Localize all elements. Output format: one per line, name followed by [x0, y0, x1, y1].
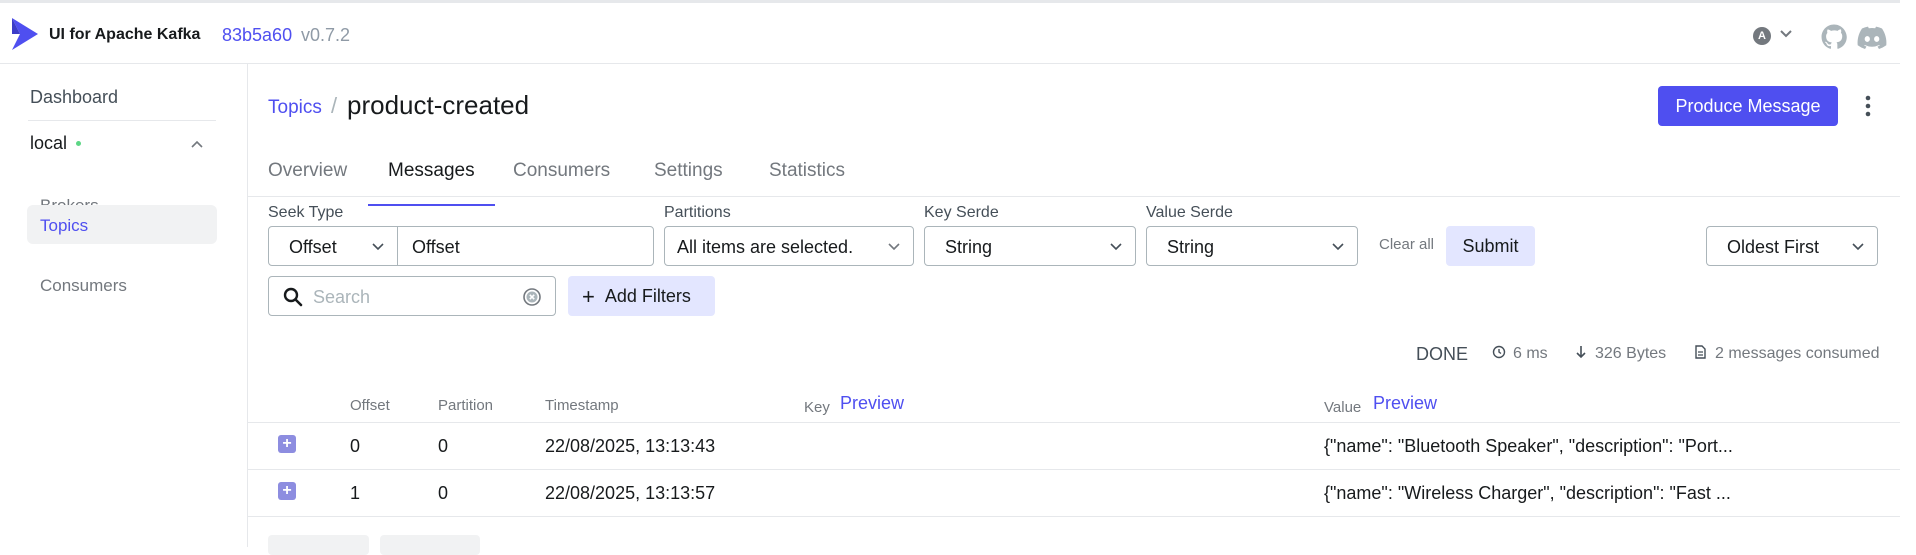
chevron-down-icon — [1110, 243, 1122, 251]
arrow-down-icon — [1576, 346, 1586, 359]
more-options-icon[interactable] — [1858, 94, 1878, 118]
row-timestamp: 22/08/2025, 13:13:57 — [545, 483, 716, 503]
partitions-value: All items are selected. — [677, 237, 854, 257]
table-row[interactable]: + 0 0 22/08/2025, 13:13:43 {"name": "Blu… — [248, 423, 1900, 470]
chevron-down-icon — [1780, 30, 1792, 38]
consume-status: DONE — [1416, 344, 1469, 364]
document-icon — [1695, 345, 1706, 359]
tab-messages[interactable]: Messages — [368, 160, 495, 206]
breadcrumb-topics-link[interactable]: Topics — [268, 97, 322, 119]
partitions-label: Partitions — [664, 204, 731, 221]
clear-search-icon[interactable] — [523, 288, 541, 306]
key-serde-label: Key Serde — [924, 204, 999, 221]
seek-type-label: Seek Type — [268, 204, 344, 221]
elapsed-time: 6 ms — [1513, 345, 1548, 362]
search-icon — [283, 287, 303, 307]
user-avatar: A — [1753, 27, 1771, 45]
table-row[interactable]: + 1 0 22/08/2025, 13:13:57 {"name": "Wir… — [248, 470, 1900, 517]
row-offset: 0 — [350, 436, 361, 456]
row-timestamp: 22/08/2025, 13:13:43 — [545, 436, 716, 456]
value-serde-select[interactable]: String — [1146, 226, 1358, 266]
sort-order-select[interactable]: Oldest First — [1706, 226, 1878, 266]
seek-type-value: Offset — [289, 237, 337, 257]
sidebar-item-consumers[interactable]: Consumers — [27, 265, 217, 304]
expand-row-icon[interactable]: + — [278, 435, 296, 453]
row-offset: 1 — [350, 483, 361, 503]
topic-tabs: Overview Messages Consumers Settings Sta… — [248, 150, 1900, 206]
chevron-down-icon — [888, 243, 900, 251]
github-icon[interactable] — [1821, 24, 1847, 50]
tab-settings[interactable]: Settings — [654, 160, 723, 194]
messages-consumed: 2 messages consumed — [1715, 345, 1880, 362]
chevron-down-icon — [1332, 243, 1344, 251]
sidebar-divider — [28, 120, 216, 121]
sidebar-item-dashboard[interactable]: Dashboard — [30, 87, 118, 108]
clock-icon — [1492, 345, 1506, 359]
tab-statistics[interactable]: Statistics — [769, 160, 845, 194]
search-input[interactable] — [313, 286, 513, 308]
discord-icon[interactable] — [1857, 25, 1887, 49]
pagination-back-button[interactable] — [268, 535, 369, 555]
header-timestamp: Timestamp — [545, 397, 619, 414]
user-menu[interactable]: A — [1753, 25, 1797, 47]
bytes-consumed: 326 Bytes — [1595, 345, 1667, 362]
offset-input[interactable]: Offset — [397, 226, 654, 266]
value-serde-label: Value Serde — [1146, 204, 1233, 221]
sort-order-value: Oldest First — [1727, 237, 1820, 257]
add-filters-label: Add Filters — [604, 286, 691, 306]
row-partition: 0 — [438, 483, 449, 503]
key-preview-button[interactable]: Preview — [840, 393, 904, 414]
sidebar-item-topics[interactable]: Topics — [27, 205, 217, 244]
search-box — [268, 276, 556, 316]
header-value: Value — [1324, 399, 1362, 416]
sidebar: Dashboard local Brokers Topics Consumers — [0, 64, 248, 547]
header-key: Key — [804, 399, 830, 416]
kafka-ui-logo-icon[interactable] — [8, 16, 40, 52]
page-title: product-created — [347, 90, 530, 120]
offset-input-value: Offset — [412, 237, 460, 257]
value-serde-value: String — [1167, 237, 1215, 257]
tab-overview[interactable]: Overview — [268, 160, 347, 194]
seek-type-select[interactable]: Offset — [268, 226, 398, 266]
cluster-status-dot — [76, 141, 81, 146]
sidebar-cluster-name[interactable]: local — [30, 133, 67, 154]
plus-icon: + — [582, 284, 595, 309]
version-label: v0.7.2 — [301, 25, 351, 45]
expand-row-icon[interactable]: + — [278, 482, 296, 500]
version-hash-link[interactable]: 83b5a60 — [222, 25, 292, 46]
header-offset: Offset — [350, 397, 390, 414]
chevron-up-icon[interactable] — [190, 137, 204, 151]
key-serde-value: String — [945, 237, 993, 257]
produce-message-button[interactable]: Produce Message — [1658, 86, 1838, 126]
tab-consumers[interactable]: Consumers — [513, 160, 610, 194]
top-bar: UI for Apache Kafka 83b5a60 v0.7.2 A — [0, 0, 1900, 64]
header-partition: Partition — [438, 397, 494, 414]
chevron-down-icon — [372, 243, 384, 251]
chevron-down-icon — [1852, 243, 1864, 251]
partitions-select[interactable]: All items are selected. — [664, 226, 914, 266]
submit-button[interactable]: Submit — [1446, 226, 1535, 266]
brand-name[interactable]: UI for Apache Kafka — [49, 26, 200, 44]
messages-table-header: Offset Partition Timestamp Key Preview V… — [248, 388, 1900, 423]
key-serde-select[interactable]: String — [924, 226, 1136, 266]
row-value: {"name": "Wireless Charger", "descriptio… — [1324, 483, 1731, 503]
breadcrumb-separator: / — [331, 93, 338, 118]
value-preview-button[interactable]: Preview — [1373, 393, 1437, 414]
add-filters-button[interactable]: + Add Filters — [568, 276, 715, 316]
clear-all-button[interactable]: Clear all — [1379, 236, 1434, 253]
pagination-next-button[interactable] — [380, 535, 480, 555]
row-value: {"name": "Bluetooth Speaker", "descripti… — [1324, 436, 1733, 456]
row-partition: 0 — [438, 436, 449, 456]
